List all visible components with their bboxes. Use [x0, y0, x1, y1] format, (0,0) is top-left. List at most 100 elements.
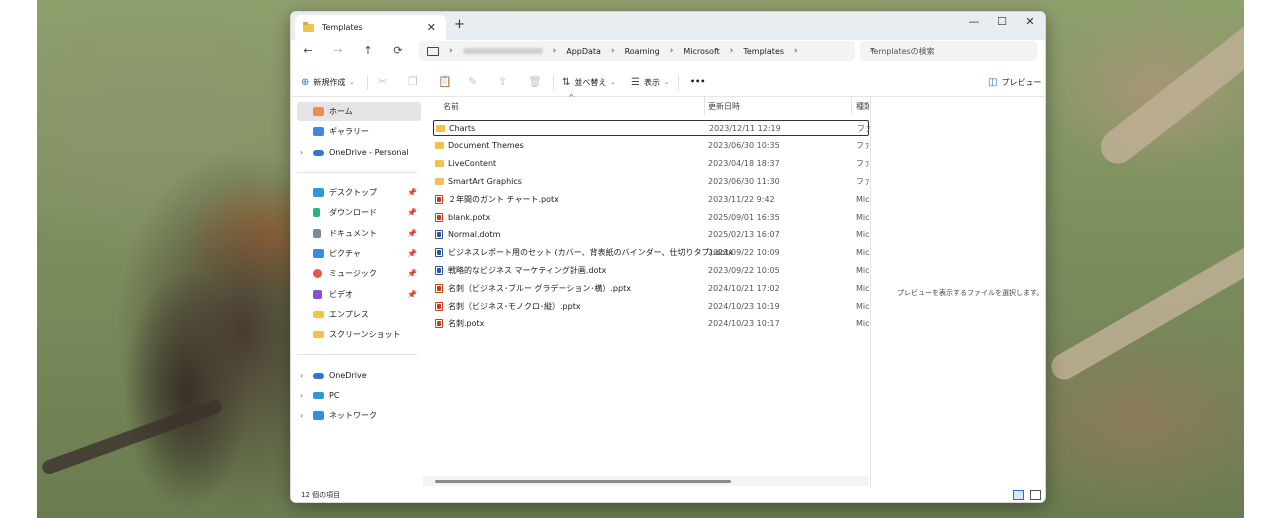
preview-pane-icon: ◫ — [988, 77, 998, 88]
sort-button[interactable]: ⇅ 並べ替え ⌄ — [562, 77, 615, 88]
file-list: ^ 名前 更新日時 種類 Charts 2023/12/11 12:19 ファイル … — [423, 93, 870, 492]
table-row[interactable]: Document Themes 2023/06/30 10:35 ファイル フォルダ… — [433, 138, 869, 154]
sidebar-item-pictures[interactable]: ピクチャ 📌 — [297, 244, 421, 263]
chevron-right-icon[interactable]: › — [300, 371, 303, 380]
sidebar-item-videos[interactable]: ビデオ 📌 — [297, 285, 421, 304]
sidebar-item-desktop[interactable]: デスクトップ 📌 — [297, 183, 421, 202]
tab-close-icon[interactable]: ✕ — [427, 21, 436, 34]
close-button[interactable]: ✕ — [1015, 15, 1045, 28]
table-row[interactable]: Normal.dotm 2025/02/13 16:07 Microsoft — [433, 227, 869, 243]
view-label: 表示 — [643, 78, 660, 87]
cut-icon[interactable]: ✂ — [378, 75, 387, 88]
sidebar-item-screenshots[interactable]: スクリーンショット — [297, 325, 421, 344]
new-button[interactable]: ⊕ 新規作成 ⌄ — [301, 77, 354, 88]
column-divider[interactable] — [851, 97, 852, 115]
pin-icon[interactable]: 📌 — [407, 269, 417, 278]
pin-icon[interactable]: 📌 — [407, 229, 417, 238]
refresh-button[interactable]: ⟳ — [388, 44, 408, 57]
breadcrumb-appdata[interactable]: AppData — [566, 47, 601, 56]
horizontal-scrollbar[interactable] — [423, 476, 869, 486]
music-icon — [313, 269, 322, 278]
sidebar-item-gallery[interactable]: ギャラリー — [297, 122, 421, 141]
view-button[interactable]: ☰ 表示 ⌄ — [631, 77, 669, 88]
pin-icon[interactable]: 📌 — [407, 290, 417, 299]
minimize-button[interactable]: — — [959, 15, 989, 28]
column-header-modified[interactable]: 更新日時 — [708, 101, 740, 112]
more-options-button[interactable]: ••• — [690, 77, 705, 86]
powerpoint-file-icon — [435, 212, 443, 222]
breadcrumb-microsoft[interactable]: Microsoft — [683, 47, 719, 56]
delete-icon[interactable]: 🗑 — [528, 75, 542, 88]
file-date: 2023/06/30 11:30 — [708, 176, 780, 186]
pin-icon[interactable]: 📌 — [407, 249, 417, 258]
table-row[interactable]: ビジネスレポート用のセット (カバー、背表紙のバインダー、仕切りタブ).dotx… — [433, 245, 869, 261]
table-row[interactable]: LiveContent 2023/04/18 18:37 ファイル フォルダー — [433, 156, 869, 172]
sidebar-item-home[interactable]: ホーム — [297, 102, 421, 121]
sidebar-item-onedrive[interactable]: › OneDrive — [297, 366, 421, 385]
sidebar-item-empress[interactable]: エンプレス — [297, 305, 421, 324]
folder-icon — [313, 311, 324, 318]
pin-icon[interactable]: 📌 — [407, 188, 417, 197]
scrollbar-thumb[interactable] — [435, 480, 731, 483]
share-icon[interactable]: ⇪ — [498, 75, 507, 88]
breadcrumb-roaming[interactable]: Roaming — [625, 47, 660, 56]
pin-icon[interactable]: 📌 — [407, 208, 417, 217]
table-row[interactable]: 名刺.potx 2024/10/23 10:17 Microsoft — [433, 316, 869, 332]
tiles-view-button[interactable] — [1030, 490, 1041, 500]
new-tab-button[interactable]: + — [454, 17, 465, 32]
redacted-username — [462, 48, 543, 54]
gallery-icon — [313, 127, 324, 136]
plus-circle-icon: ⊕ — [301, 77, 310, 88]
table-row[interactable]: Charts 2023/12/11 12:19 ファイル フォルダー — [433, 120, 870, 136]
file-type: Microsoft — [856, 301, 869, 311]
chevron-right-icon[interactable]: › — [300, 391, 303, 400]
column-header-type[interactable]: 種類 — [856, 101, 869, 112]
file-date: 2023/11/22 9:42 — [708, 194, 775, 204]
column-header-name[interactable]: 名前 — [443, 101, 459, 112]
sidebar-item-documents[interactable]: ドキュメント 📌 — [297, 224, 421, 243]
table-row[interactable]: 名刺（ビジネス･ブルー グラデーション･横）.pptx 2024/10/21 17… — [433, 280, 869, 296]
chevron-right-icon[interactable]: › — [300, 411, 303, 420]
table-row[interactable]: ２年間のガント チャート.potx 2023/11/22 9:42 Microsof… — [433, 191, 869, 207]
status-bar: 12 個の項目 — [291, 488, 1045, 502]
file-date: 2025/02/13 16:07 — [708, 230, 780, 240]
table-row[interactable]: 名刺（ビジネス･モノクロ･縦）.pptx 2024/10/23 10:19 Micr… — [433, 298, 869, 314]
new-label: 新規作成 — [313, 78, 346, 87]
sidebar-item-network[interactable]: › ネットワーク — [297, 406, 421, 425]
forward-button[interactable]: → — [328, 44, 348, 57]
up-button[interactable]: ↑ — [358, 44, 378, 57]
file-type: Microsoft — [856, 283, 869, 293]
search-input[interactable]: Templatesの検索 ⌕ — [860, 41, 1037, 61]
sort-ascending-icon: ^ — [568, 93, 575, 102]
preview-pane: プレビューを表示するファイルを選択します。 — [870, 97, 1045, 492]
details-view-button[interactable] — [1013, 490, 1024, 500]
pc-icon — [427, 46, 439, 56]
desktop-icon — [313, 188, 324, 197]
folder-icon — [435, 177, 444, 185]
breadcrumb-templates[interactable]: Templates — [743, 47, 784, 56]
preview-button[interactable]: ◫ プレビュー — [988, 77, 1041, 88]
maximize-button[interactable]: ☐ — [987, 15, 1017, 28]
folder-icon — [435, 160, 444, 168]
paste-icon[interactable]: 📋 — [438, 75, 452, 88]
chevron-right-icon: › — [669, 46, 674, 56]
column-divider[interactable] — [704, 97, 705, 115]
rename-icon[interactable]: ✎ — [468, 75, 477, 88]
chevron-right-icon[interactable]: › — [794, 46, 798, 56]
chevron-right-icon[interactable]: › — [300, 148, 303, 157]
tab-templates[interactable]: Templates ✕ — [295, 15, 446, 40]
copy-icon[interactable]: ❐ — [408, 75, 418, 88]
address-bar[interactable]: › › AppData › Roaming › Microsoft › Temp… — [419, 41, 855, 61]
sidebar-item-music[interactable]: ミュージック 📌 — [297, 264, 421, 283]
sidebar-item-pc[interactable]: › PC — [297, 386, 421, 405]
file-type: ファイル フォルダー — [856, 159, 869, 169]
table-row[interactable]: 戦略的なビジネス マーケティング計画.dotx 2023/09/22 10:05 M… — [433, 262, 869, 278]
back-button[interactable]: ← — [298, 44, 318, 57]
sidebar-item-downloads[interactable]: ダウンロード 📌 — [297, 203, 421, 222]
file-name: Charts — [449, 123, 476, 133]
file-date: 2024/10/21 17:02 — [708, 283, 780, 293]
file-type: Microsoft — [856, 230, 869, 240]
table-row[interactable]: SmartArt Graphics 2023/06/30 11:30 ファイル フォ… — [433, 173, 869, 189]
table-row[interactable]: blank.potx 2025/09/01 16:35 Microsoft — [433, 209, 869, 225]
sidebar-item-onedrive-personal[interactable]: › OneDrive - Personal — [297, 143, 421, 162]
